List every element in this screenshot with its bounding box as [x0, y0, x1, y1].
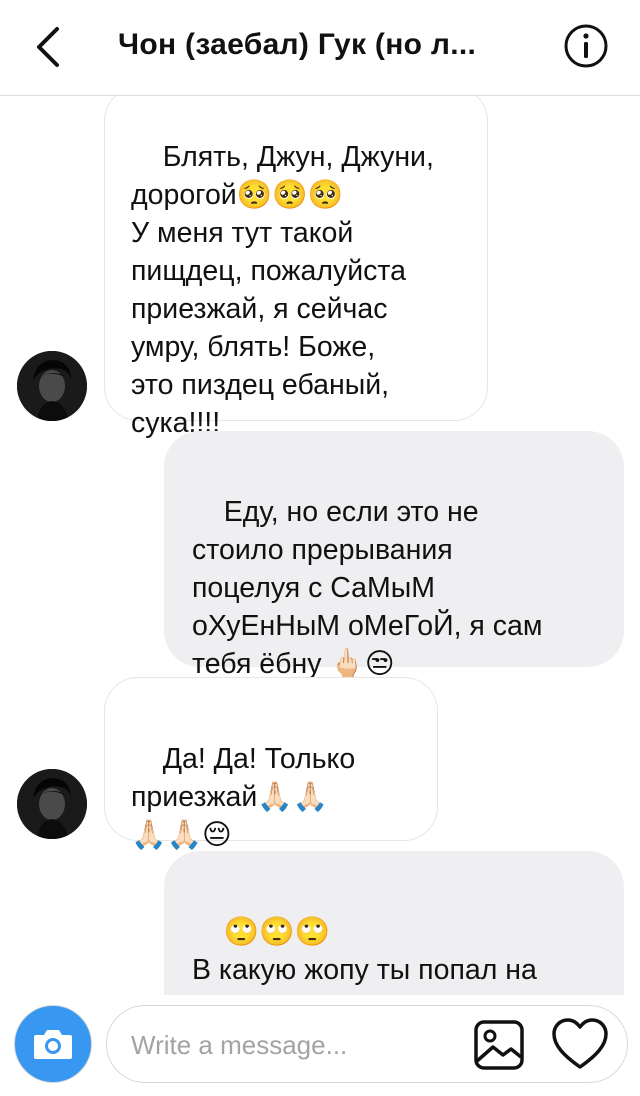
- avatar-photo: [17, 351, 87, 421]
- message-input[interactable]: [129, 1022, 453, 1068]
- sender-avatar[interactable]: [17, 351, 87, 421]
- conversation-title[interactable]: Чон (заебал) Гук (но л...: [118, 28, 528, 62]
- back-button[interactable]: [26, 22, 70, 72]
- like-button[interactable]: [551, 1017, 609, 1071]
- incoming-message-bubble[interactable]: Блять, Джун, Джуни, дорогой🥺🥺🥺 У меня ту…: [104, 95, 488, 439]
- message-input-container[interactable]: [106, 1005, 628, 1083]
- heart-icon: [552, 1018, 608, 1069]
- outgoing-message-bubble[interactable]: 🙄🙄🙄 В какую жопу ты попал на этот раз): [164, 851, 624, 995]
- message-text: 🙄🙄🙄 В какую жопу ты попал на этот раз): [192, 916, 537, 995]
- sender-avatar[interactable]: [17, 769, 87, 839]
- message-text: Да! Да! Только приезжай🙏🏻🙏🏻 🙏🏻🙏🏻😔: [131, 743, 356, 851]
- chevron-left-icon: [37, 27, 59, 67]
- camera-icon: [34, 1030, 72, 1059]
- camera-button[interactable]: [14, 1005, 92, 1083]
- image-icon: [474, 1020, 524, 1070]
- info-icon: [564, 24, 608, 68]
- info-button[interactable]: [562, 22, 610, 70]
- gallery-button[interactable]: [473, 1019, 525, 1071]
- message-text: Блять, Джун, Джуни, дорогой🥺🥺🥺 У меня ту…: [131, 141, 434, 439]
- outgoing-message-bubble[interactable]: Еду, но если это не стоило прерывания по…: [164, 431, 624, 680]
- chat-header: Чон (заебал) Гук (но л...: [0, 0, 640, 96]
- message-thread[interactable]: Блять, Джун, Джуни, дорогой🥺🥺🥺 У меня ту…: [0, 95, 640, 995]
- incoming-message-bubble[interactable]: Да! Да! Только приезжай🙏🏻🙏🏻 🙏🏻🙏🏻😔: [104, 677, 438, 851]
- message-composer: [0, 995, 640, 1096]
- avatar-photo: [17, 769, 87, 839]
- message-text: Еду, но если это не стоило прерывания по…: [192, 496, 543, 680]
